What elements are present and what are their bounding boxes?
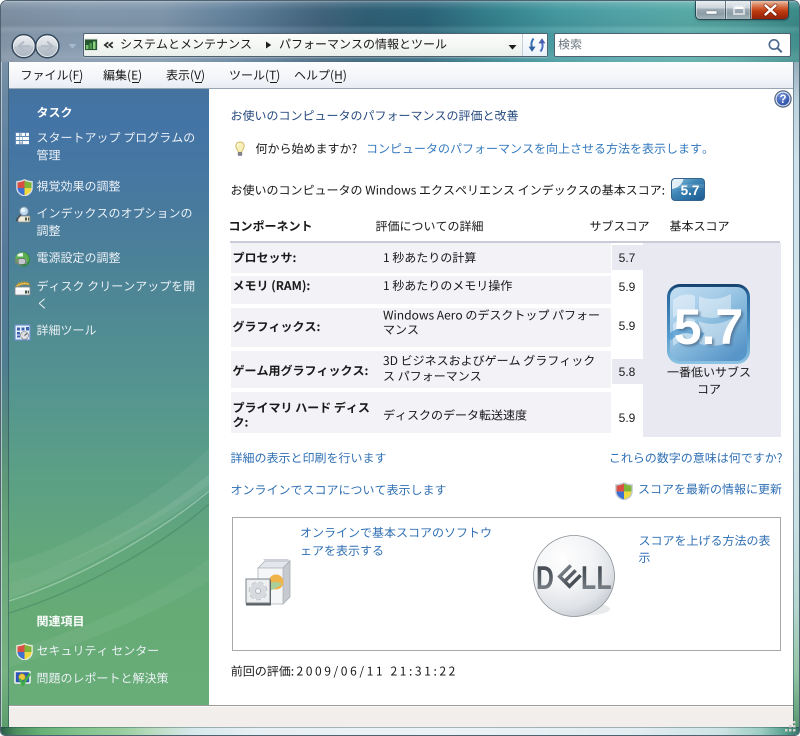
svg-text:5.7: 5.7 (674, 299, 744, 355)
svg-text:?: ? (779, 94, 786, 106)
svg-text:5.7: 5.7 (681, 183, 700, 198)
